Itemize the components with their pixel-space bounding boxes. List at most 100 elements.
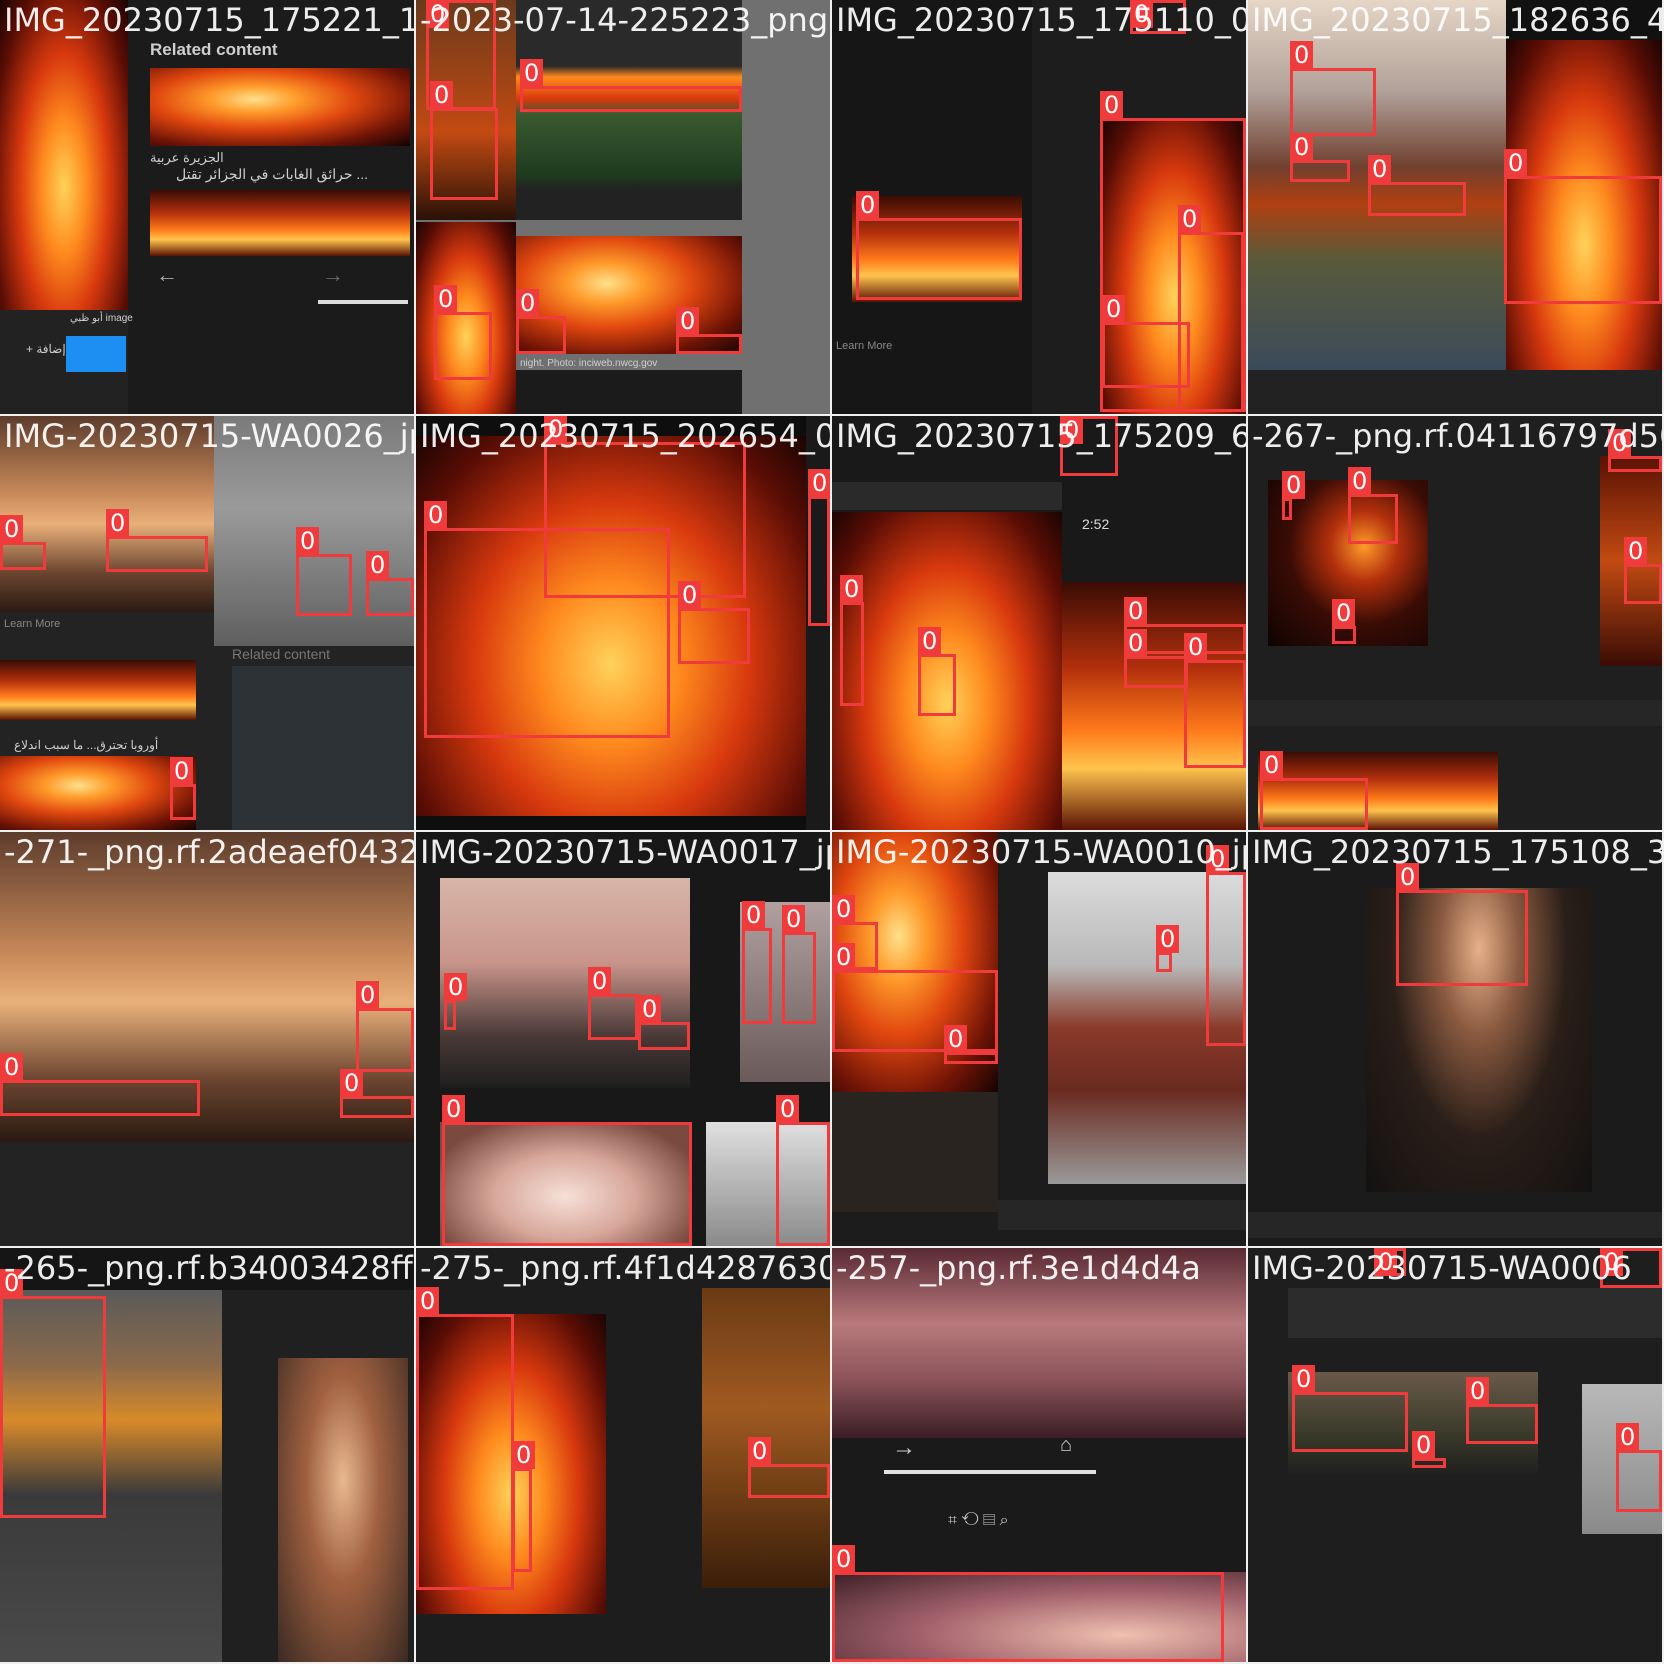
detection-box: 0 <box>1348 467 1398 544</box>
blue-action-button[interactable] <box>66 336 126 372</box>
class-label: 0 <box>944 1025 968 1053</box>
mosaic-tile: Learn More 0 0 0 0 0 IMG_20230715_175110… <box>832 0 1246 414</box>
taskbar <box>998 1200 1246 1230</box>
class-label: 0 <box>1290 133 1314 161</box>
news-area <box>0 1142 414 1246</box>
detection-box: 0 <box>106 509 208 572</box>
detection-box: 0 <box>1260 751 1368 830</box>
detection-box: 0 <box>1292 1365 1408 1452</box>
back-arrow-icon[interactable]: ← <box>156 262 178 288</box>
detection-box: 0 <box>1624 537 1662 604</box>
mosaic-tile: 2:52 0 0 0 0 0 0 IMG_20230715_175209_694 <box>832 416 1246 830</box>
mosaic-tile: 0 0 0 0 IMG_20230715_182636_44 <box>1248 0 1662 414</box>
mosaic-tile: 0 0 0 0 0 0 0 IMG-20230715-WA0017_jpg <box>416 832 830 1246</box>
class-label: 0 <box>856 191 880 219</box>
home-indicator <box>318 300 408 304</box>
detection-box: 0 <box>1102 295 1190 388</box>
mosaic-tile: Learn More Related content أوروبا تحترق.… <box>0 416 414 830</box>
mosaic-tile: → ⌂ ⌗ ⟲ ▤ ⌕ 0 -257-_png.rf.3e1d4d4a <box>832 1248 1246 1662</box>
class-label: 0 <box>444 973 468 1001</box>
mosaic-tile: 0 IMG_20230715_175108_34 <box>1248 832 1662 1246</box>
detection-box: 0 <box>1466 1377 1538 1444</box>
news-card <box>232 666 414 830</box>
class-label: 0 <box>106 509 130 537</box>
class-label: 0 <box>678 581 702 609</box>
taskbar <box>832 482 1062 510</box>
mosaic-tile: 0 -265-_png.rf.b34003428ff73 <box>0 1248 414 1662</box>
detection-box: 0 <box>856 191 1022 300</box>
tile-filename: IMG-20230715-WA0017_jpg <box>420 833 830 871</box>
firefighter-scene <box>0 660 196 720</box>
class-label: 0 <box>676 307 700 335</box>
smoky-forest-scene <box>440 878 690 1088</box>
detection-box: 0 <box>0 1269 106 1518</box>
related-content-label: Related content <box>150 40 278 59</box>
tile-filename: -2023-07-14-225223_png.rf.d8a26252d1ab <box>420 1 830 39</box>
home-indicator <box>884 1470 1096 1474</box>
taskbar <box>1248 700 1662 726</box>
add-label: + إضافة <box>26 342 66 356</box>
tile-filename: -257-_png.rf.3e1d4d4a <box>836 1249 1201 1287</box>
class-label: 0 <box>434 285 458 313</box>
fire-scene <box>278 1358 408 1662</box>
tile-filename: -271-_png.rf.2adeaef0432b5 <box>4 833 414 871</box>
class-label: 0 <box>296 527 320 555</box>
detection-box: 0 <box>366 551 414 616</box>
detection-box: 0 <box>776 1095 830 1246</box>
class-label: 0 <box>832 1545 856 1573</box>
detection-box: 0 <box>434 285 492 380</box>
forward-arrow-icon[interactable]: → <box>892 1434 916 1462</box>
class-label: 0 <box>170 757 194 785</box>
related-content-label: Related content <box>232 646 331 662</box>
tile-filename: IMG_20230715_202654_009 <box>420 417 830 455</box>
detection-box: 0 <box>1184 633 1246 768</box>
detection-box: 0 <box>520 59 742 112</box>
class-label: 0 <box>442 1095 466 1123</box>
detection-box: 0 <box>1608 429 1662 472</box>
class-label: 0 <box>638 995 662 1023</box>
detection-box: 0 <box>1290 133 1350 182</box>
detection-box: 0 <box>512 1441 536 1572</box>
detection-box: 0 <box>1412 1431 1446 1468</box>
forward-arrow-icon[interactable]: → <box>322 262 344 288</box>
news-thumbnail <box>150 68 410 146</box>
detection-box: 0 <box>356 981 414 1072</box>
mosaic-tile: Related content الجزيرة عربية حرائق الغا… <box>0 0 414 414</box>
learn-more-label[interactable]: Learn More <box>836 340 892 352</box>
tile-filename: IMG_20230715_182636_44 <box>1252 1 1662 39</box>
detection-box: 0 <box>1156 925 1180 972</box>
image-mosaic: Related content الجزيرة عربية حرائق الغا… <box>0 0 1664 1664</box>
detection-box: 0 <box>1368 155 1466 216</box>
class-label: 0 <box>424 501 448 529</box>
class-label: 0 <box>742 901 766 929</box>
detection-box: 0 <box>1290 41 1376 136</box>
image-caption: أبو ظبي image <box>70 313 133 324</box>
edit-tools-icon[interactable]: ⌗ ⟲ ▤ ⌕ <box>948 1512 1009 1530</box>
tile-filename: IMG_20230715_175221_11 <box>4 1 414 39</box>
taskbar <box>1248 1212 1662 1238</box>
tile-filename: IMG-20230715-WA0010_jpg <box>836 833 1246 871</box>
detection-box: 0 <box>170 757 196 820</box>
class-label: 0 <box>832 895 856 923</box>
class-label: 0 <box>366 551 390 579</box>
class-label: 0 <box>1616 1423 1640 1451</box>
detection-box: 0 <box>1332 599 1356 644</box>
detection-box: 0 <box>416 1287 514 1590</box>
class-label: 0 <box>356 981 380 1009</box>
home-icon[interactable]: ⌂ <box>1060 1434 1072 1457</box>
class-label: 0 <box>840 575 864 603</box>
detection-box: 0 <box>544 416 746 598</box>
tile-filename: IMG_20230715_175110_042 <box>836 1 1246 39</box>
class-label: 0 <box>1466 1377 1490 1405</box>
class-label: 0 <box>1260 751 1284 779</box>
class-label: 0 <box>1624 537 1648 565</box>
class-label: 0 <box>1102 295 1126 323</box>
detection-box: 0 <box>832 943 998 1052</box>
class-label: 0 <box>832 943 856 971</box>
class-label: 0 <box>1100 91 1124 119</box>
learn-more-label[interactable]: Learn More <box>4 618 60 630</box>
mosaic-tile: 0 0 0 -271-_png.rf.2adeaef0432b5 <box>0 832 414 1246</box>
detection-box: 0 <box>516 289 566 354</box>
detection-box: 0 <box>1206 845 1246 1046</box>
class-label: 0 <box>430 81 454 109</box>
